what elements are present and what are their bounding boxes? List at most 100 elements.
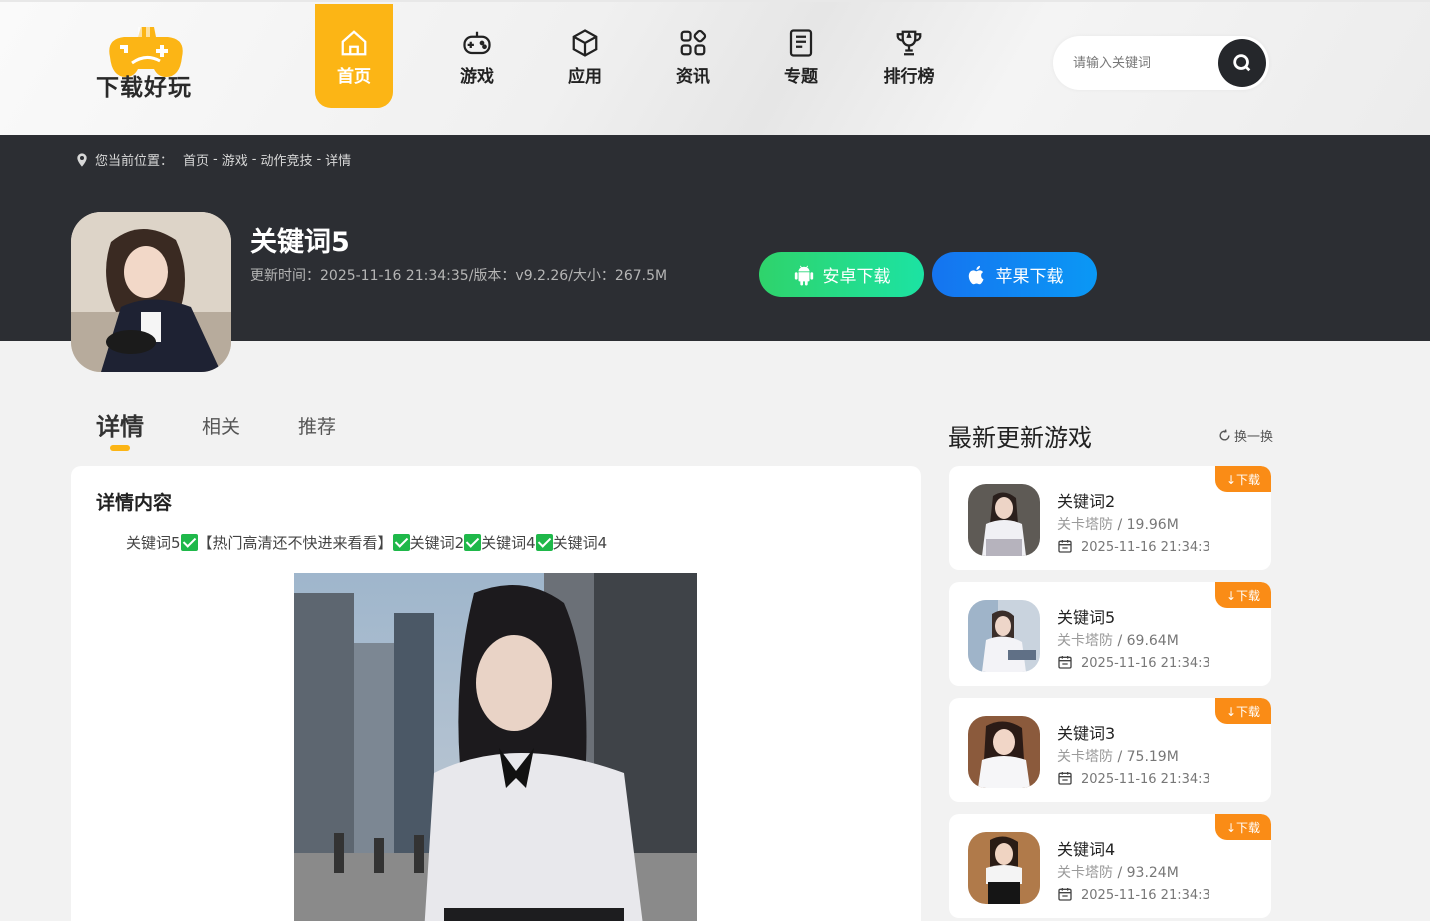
breadcrumb: 您当前位置： 首页 - 游戏 - 动作竞技 - 详情 [74, 150, 351, 169]
home-icon [341, 30, 367, 56]
logo-text[interactable]: 下载好玩 [96, 68, 192, 102]
game-name[interactable]: 关键词5 [1057, 604, 1115, 628]
details-text: 关键词5 【热门高清还不快进来看看】 关键词2 关键词4 关键词4 [126, 532, 607, 553]
nav-label: 应用 [568, 67, 602, 87]
check-mark-icon [392, 534, 410, 551]
breadcrumb-prefix: 您当前位置： [95, 154, 174, 169]
game-name[interactable]: 关键词2 [1057, 488, 1115, 512]
check-mark-icon [180, 534, 198, 551]
apple-download-label: 苹果下载 [995, 267, 1064, 287]
game-category: 关卡塔防 [1057, 865, 1113, 881]
nav-label: 游戏 [460, 67, 494, 87]
calendar-icon [1058, 887, 1072, 901]
gamepad-icon [463, 31, 491, 55]
main-nav: 首页 游戏 应用 资讯 专题 排行榜 [315, 4, 963, 108]
game-name[interactable]: 关键词4 [1057, 836, 1115, 860]
trophy-icon [896, 30, 922, 56]
app-icon [71, 212, 231, 372]
nav-item-apps[interactable]: 应用 [531, 4, 639, 108]
nav-label: 首页 [337, 67, 371, 87]
calendar-icon [1058, 771, 1072, 785]
search-box [1053, 36, 1269, 90]
apple-download-button[interactable]: 苹果下载 [932, 252, 1097, 297]
game-date: 2025-11-16 21:34:35 更新 [1057, 768, 1209, 787]
game-thumbnail[interactable] [968, 832, 1040, 904]
game-thumbnail[interactable] [968, 716, 1040, 788]
list-item[interactable]: 关键词2 关卡塔防 / 19.96M 2025-11-16 21:34:35 更… [949, 466, 1271, 570]
location-pin-icon [77, 152, 87, 167]
breadcrumb-link-games[interactable]: 游戏 [222, 150, 248, 169]
android-icon [794, 265, 813, 286]
nav-item-ranking[interactable]: 排行榜 [855, 4, 963, 108]
apple-icon [968, 265, 984, 284]
game-name[interactable]: 关键词3 [1057, 720, 1115, 744]
game-size: 69.64M [1126, 633, 1179, 649]
download-badge[interactable]: ↓下载 [1215, 466, 1271, 492]
list-item[interactable]: 关键词4 关卡塔防 / 93.24M 2025-11-16 21:34:35 更… [949, 814, 1271, 918]
game-thumbnail[interactable] [968, 600, 1040, 672]
nav-item-games[interactable]: 游戏 [423, 4, 531, 108]
nav-item-news[interactable]: 资讯 [639, 4, 747, 108]
breadcrumb-link-category[interactable]: 动作竞技 [260, 150, 312, 169]
breadcrumb-separator: - [316, 152, 322, 167]
details-segment: 关键词5 [126, 534, 181, 552]
game-info: 关卡塔防 / 93.24M [1057, 865, 1179, 881]
android-download-label: 安卓下载 [822, 267, 891, 287]
check-mark-icon [535, 534, 553, 551]
download-badge[interactable]: ↓下载 [1215, 582, 1271, 608]
cube-icon [572, 29, 598, 57]
game-size: 19.96M [1126, 517, 1179, 533]
refresh-label: 换一换 [1234, 430, 1274, 445]
app-meta: 更新时间：2025-11-16 21:34:35/版本：v9.2.26/大小：2… [250, 268, 668, 284]
refresh-button[interactable]: 换一换 [1218, 426, 1273, 445]
game-category: 关卡塔防 [1057, 517, 1113, 533]
tab-related[interactable]: 相关 [202, 412, 240, 442]
game-info: 关卡塔防 / 75.19M [1057, 749, 1179, 765]
download-badge[interactable]: ↓下载 [1215, 698, 1271, 724]
game-date-text: 2025-11-16 21:34:35 更新 [1081, 888, 1209, 903]
check-mark-icon [464, 534, 482, 551]
game-category: 关卡塔防 [1057, 749, 1113, 765]
game-size: 75.19M [1126, 749, 1179, 765]
game-date-text: 2025-11-16 21:34:35 更新 [1081, 772, 1209, 787]
tab-recommend[interactable]: 推荐 [298, 412, 336, 442]
nav-label: 资讯 [676, 67, 710, 87]
game-date-text: 2025-11-16 21:34:35 更新 [1081, 540, 1209, 555]
breadcrumb-separator: - [213, 152, 218, 167]
search-button[interactable] [1218, 39, 1266, 87]
grid-icon [680, 29, 707, 56]
nav-item-home[interactable]: 首页 [315, 4, 393, 108]
details-title: 详情内容 [96, 492, 173, 514]
list-item[interactable]: 关键词5 关卡塔防 / 69.64M 2025-11-16 21:34:35 更… [949, 582, 1271, 686]
document-icon [789, 29, 813, 57]
android-download-button[interactable]: 安卓下载 [759, 252, 924, 297]
refresh-icon [1219, 429, 1230, 441]
game-info: 关卡塔防 / 19.96M [1057, 517, 1179, 533]
search-icon [1233, 54, 1251, 72]
detail-tabs: 详情 相关 推荐 [96, 407, 394, 451]
list-item[interactable]: 关键词3 关卡塔防 / 75.19M 2025-11-16 21:34:35 更… [949, 698, 1271, 802]
site-header: 下载好玩 首页 游戏 应用 资讯 专题 排行榜 [0, 0, 1430, 135]
game-info: 关卡塔防 / 69.64M [1057, 633, 1179, 649]
details-image [294, 573, 697, 921]
details-segment: 【热门高清还不快进来看看】 [197, 534, 393, 552]
app-title: 关键词5 [250, 227, 350, 258]
calendar-icon [1058, 655, 1072, 669]
game-category: 关卡塔防 [1057, 633, 1113, 649]
details-segment: 关键词2 [409, 534, 465, 552]
game-date: 2025-11-16 21:34:35 更新 [1057, 536, 1209, 555]
game-date-text: 2025-11-16 21:34:35 更新 [1081, 656, 1209, 671]
breadcrumb-link-home[interactable]: 首页 [183, 150, 209, 169]
tab-details[interactable]: 详情 [96, 407, 144, 451]
game-size: 93.24M [1126, 865, 1179, 881]
calendar-icon [1058, 539, 1072, 553]
nav-item-topics[interactable]: 专题 [747, 4, 855, 108]
download-badge[interactable]: ↓下载 [1215, 814, 1271, 840]
search-input[interactable] [1073, 50, 1213, 76]
game-thumbnail[interactable] [968, 484, 1040, 556]
details-segment: 关键词4 [552, 534, 608, 552]
nav-label: 排行榜 [883, 67, 935, 87]
sidebar-title: 最新更新游戏 [948, 424, 1092, 452]
nav-label: 专题 [784, 67, 818, 87]
details-segment: 关键词4 [481, 534, 536, 552]
